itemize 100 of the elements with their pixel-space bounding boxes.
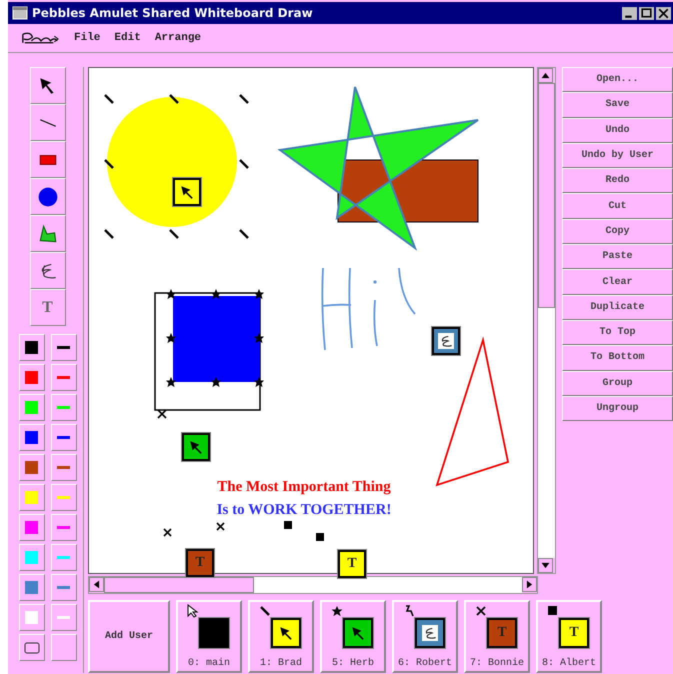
user-label: 5: Herb xyxy=(332,658,374,669)
line-color-button[interactable] xyxy=(50,634,76,661)
action-button[interactable]: Undo by User xyxy=(562,142,673,168)
tool-button[interactable] xyxy=(30,252,66,289)
menu-item[interactable]: Arrange xyxy=(154,32,202,44)
user-label: 7: Bonnie xyxy=(470,658,524,669)
scroll-thumb[interactable] xyxy=(538,83,555,308)
selection-handle xyxy=(239,159,249,169)
maximize-icon[interactable] xyxy=(639,6,654,20)
action-button[interactable]: Open... xyxy=(562,67,673,92)
cross-marker xyxy=(163,528,172,537)
dot xyxy=(373,280,377,284)
window-icon xyxy=(12,6,28,20)
action-button[interactable]: Save xyxy=(562,92,673,118)
menu-item[interactable]: File xyxy=(74,32,100,44)
circle-icon xyxy=(36,186,58,208)
user-button[interactable]: T 8: Albert xyxy=(536,600,602,673)
menu-item[interactable]: Edit xyxy=(114,32,141,44)
selection-handle xyxy=(166,289,176,299)
selection-handle xyxy=(166,377,176,387)
selection-handle xyxy=(169,229,179,239)
scroll-right-icon[interactable] xyxy=(522,577,537,592)
selection-handle xyxy=(211,377,221,387)
user-cursor: T xyxy=(338,550,366,578)
close-icon[interactable] xyxy=(656,6,671,20)
line-color-button[interactable] xyxy=(50,484,76,511)
fill-color-button[interactable] xyxy=(18,454,44,481)
canvas-text: Is to WORK TOGETHER! xyxy=(216,502,392,519)
user-tool-badge: T xyxy=(559,618,589,648)
tool-button[interactable] xyxy=(30,67,66,104)
line-color-button[interactable] xyxy=(50,604,76,631)
fill-color-button[interactable] xyxy=(18,484,44,511)
line-color-button[interactable] xyxy=(50,364,76,391)
action-button[interactable]: Paste xyxy=(562,244,673,270)
line-color-button[interactable] xyxy=(50,454,76,481)
cross-marker xyxy=(216,522,225,531)
user-label: 0: main xyxy=(188,658,230,669)
add-user-button[interactable]: Add User xyxy=(88,600,170,673)
line-color-button[interactable] xyxy=(50,544,76,571)
action-button[interactable]: To Top xyxy=(562,320,673,346)
action-button[interactable]: Redo xyxy=(562,168,673,194)
square-icon xyxy=(547,604,559,618)
vertical-scrollbar[interactable] xyxy=(537,67,556,574)
scroll-left-icon[interactable] xyxy=(89,577,104,592)
fill-color-button[interactable] xyxy=(18,334,44,361)
action-button[interactable]: Undo xyxy=(562,118,673,143)
action-button[interactable]: Ungroup xyxy=(562,396,673,422)
user-button[interactable]: 6: Robert xyxy=(392,600,458,673)
fill-color-button[interactable] xyxy=(18,424,44,451)
pointer-icon xyxy=(187,604,199,618)
line-color-button[interactable] xyxy=(50,424,76,451)
selection-handle xyxy=(104,229,114,239)
selection-handle xyxy=(104,159,114,169)
horizontal-scrollbar[interactable] xyxy=(88,576,538,594)
outline-rectangle-icon xyxy=(24,642,40,654)
user-button[interactable]: 5: Herb xyxy=(320,600,386,673)
tool-button[interactable] xyxy=(30,178,66,215)
line-color-button[interactable] xyxy=(50,334,76,361)
user-button[interactable]: 1: Brad xyxy=(248,600,314,673)
scroll-up-icon[interactable] xyxy=(538,68,554,83)
selection-handle xyxy=(169,94,179,104)
minimize-icon[interactable] xyxy=(622,6,637,20)
line-color-button[interactable] xyxy=(50,394,76,421)
fill-color-button[interactable] xyxy=(18,544,44,571)
tool-button[interactable] xyxy=(30,141,66,178)
tool-button[interactable] xyxy=(30,215,66,252)
action-button[interactable]: Duplicate xyxy=(562,294,673,320)
line-color-button[interactable] xyxy=(50,574,76,601)
user-button[interactable]: T 7: Bonnie xyxy=(464,600,530,673)
logo-icon[interactable] xyxy=(20,31,60,45)
scroll-thumb[interactable] xyxy=(104,577,254,593)
selection-handle xyxy=(239,94,249,104)
fill-color-button[interactable] xyxy=(18,574,44,601)
polygon-icon xyxy=(36,222,58,244)
selection-handle xyxy=(104,94,114,104)
pen-icon xyxy=(259,604,271,618)
window-title: Pebbles Amulet Shared Whiteboard Draw xyxy=(32,6,314,20)
selection-handle xyxy=(254,333,264,343)
action-button[interactable]: Cut xyxy=(562,193,673,219)
user-tool-badge: T xyxy=(487,618,517,648)
tool-button[interactable]: T xyxy=(30,289,66,326)
selection-handle xyxy=(254,377,264,387)
user-button[interactable]: 0: main xyxy=(176,600,242,673)
action-button[interactable]: Copy xyxy=(562,218,673,244)
fill-color-button[interactable] xyxy=(18,604,44,631)
fill-color-button[interactable] xyxy=(18,364,44,391)
no-fill-button[interactable] xyxy=(18,634,44,661)
selection-handle xyxy=(239,229,249,239)
action-button[interactable]: To Bottom xyxy=(562,345,673,371)
user-cursor: T xyxy=(186,549,214,577)
square-marker xyxy=(284,521,292,529)
action-button[interactable]: Group xyxy=(562,370,673,396)
fill-color-button[interactable] xyxy=(18,394,44,421)
scroll-down-icon[interactable] xyxy=(538,558,554,573)
user-label: 8: Albert xyxy=(542,658,596,669)
cross-marker xyxy=(157,409,167,419)
fill-color-button[interactable] xyxy=(18,514,44,541)
line-color-button[interactable] xyxy=(50,514,76,541)
selection-handle xyxy=(254,289,264,299)
action-button[interactable]: Clear xyxy=(562,269,673,295)
